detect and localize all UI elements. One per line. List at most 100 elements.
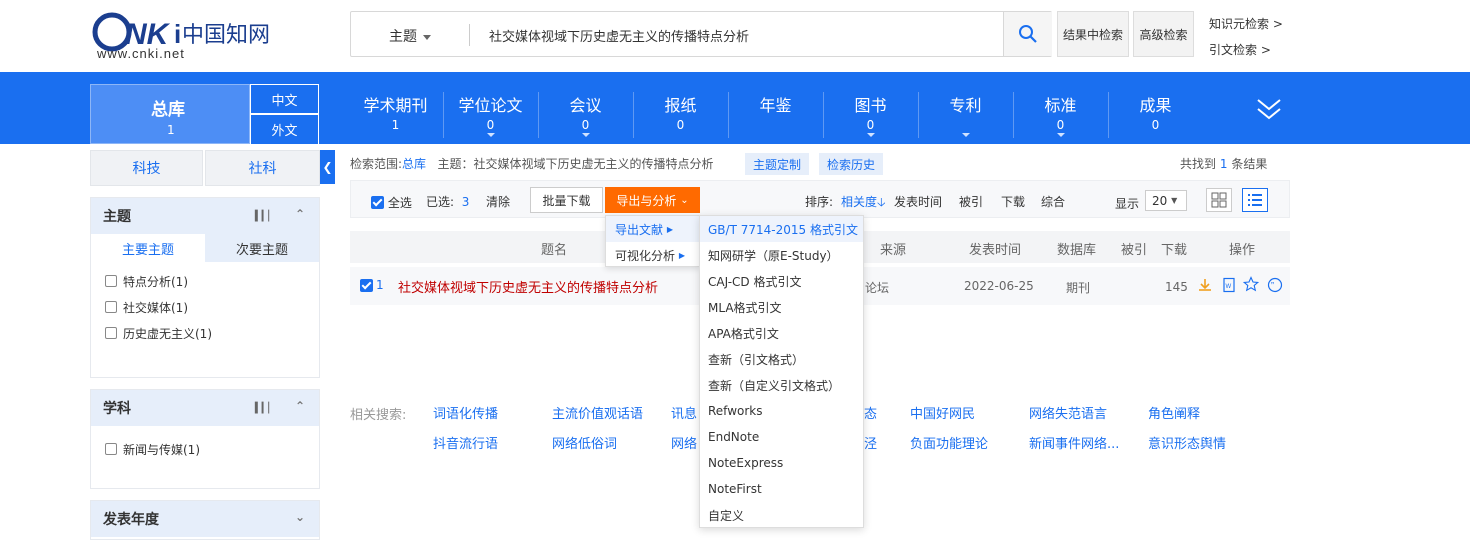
tab-main-topic[interactable]: 主要主题 bbox=[91, 234, 205, 262]
checkbox[interactable] bbox=[105, 301, 117, 313]
related-link[interactable]: 网络失范语言 bbox=[1029, 403, 1107, 422]
facet-item[interactable]: 新闻与传媒(1) bbox=[91, 436, 319, 462]
col-database[interactable]: 数据库 bbox=[1057, 239, 1096, 258]
row-source[interactable]: 论坛 bbox=[865, 279, 889, 296]
year-facet-header[interactable]: 发表年度 ⌄ bbox=[91, 501, 319, 537]
related-link[interactable]: 角色阐释 bbox=[1148, 403, 1200, 422]
col-downloads[interactable]: 下载 bbox=[1161, 239, 1187, 258]
search-history-button[interactable]: 检索历史 bbox=[819, 153, 883, 175]
tab-patents[interactable]: 专利 bbox=[918, 84, 1013, 144]
tab-zongku[interactable]: 总库 1 bbox=[90, 84, 250, 144]
menu-item-mla[interactable]: MLA格式引文 bbox=[700, 294, 863, 320]
menu-item-apa[interactable]: APA格式引文 bbox=[700, 320, 863, 346]
menu-item-visual-analysis[interactable]: 可视化分析 ▶ bbox=[606, 242, 699, 268]
bar-chart-icon[interactable]: ▍▎▏ bbox=[255, 211, 276, 222]
facet-item[interactable]: 社交媒体(1) bbox=[91, 294, 319, 320]
menu-item-novelty-custom[interactable]: 查新（自定义引文格式） bbox=[700, 372, 863, 398]
menu-item-novelty-citation[interactable]: 查新（引文格式） bbox=[700, 346, 863, 372]
menu-item-notefirst[interactable]: NoteFirst bbox=[700, 476, 863, 502]
col-title[interactable]: 题名 bbox=[541, 239, 567, 258]
tab-conference[interactable]: 会议 0 bbox=[538, 84, 633, 144]
menu-item-noteexpress[interactable]: NoteExpress bbox=[700, 450, 863, 476]
related-link[interactable]: 意识形态舆情 bbox=[1148, 433, 1226, 452]
search-type-select[interactable]: 主题 bbox=[389, 26, 431, 46]
tab-secondary-topic[interactable]: 次要主题 bbox=[205, 234, 319, 262]
menu-item-export-docs[interactable]: 导出文献 ▶ bbox=[606, 216, 699, 242]
tab-standards[interactable]: 标准 0 bbox=[1013, 84, 1108, 144]
tab-social-sci[interactable]: 社科 bbox=[205, 150, 320, 186]
topic-custom-button[interactable]: 主题定制 bbox=[745, 153, 809, 175]
export-analysis-button[interactable]: 导出与分析 ⌄ bbox=[605, 187, 700, 213]
col-date[interactable]: 发表时间 bbox=[969, 239, 1021, 258]
related-link[interactable]: 泾 bbox=[864, 433, 877, 452]
row-checkbox[interactable] bbox=[360, 279, 373, 296]
sort-relevance[interactable]: 相关度🡣 bbox=[841, 193, 886, 214]
related-link[interactable]: 负面功能理论 bbox=[910, 433, 988, 452]
sort-composite[interactable]: 综合 bbox=[1041, 193, 1065, 210]
sort-date[interactable]: 发表时间 bbox=[894, 193, 942, 210]
tab-theses[interactable]: 学位论文 0 bbox=[443, 84, 538, 144]
col-source[interactable]: 来源 bbox=[880, 239, 906, 258]
page-size-select[interactable]: 20 ▼ bbox=[1145, 190, 1187, 211]
checkbox[interactable] bbox=[105, 443, 117, 455]
tab-achievements[interactable]: 成果 0 bbox=[1108, 84, 1203, 144]
search-input[interactable] bbox=[489, 24, 999, 46]
list-view-button[interactable] bbox=[1242, 188, 1268, 212]
chevron-up-icon[interactable]: ⌃ bbox=[295, 207, 305, 221]
related-link[interactable]: 词语化传播 bbox=[433, 403, 498, 422]
menu-item-endnote[interactable]: EndNote bbox=[700, 424, 863, 450]
knowledge-search-link[interactable]: 知识元检索 > bbox=[1209, 15, 1283, 32]
tab-chinese[interactable]: 中文 bbox=[250, 84, 319, 114]
result-search-button[interactable]: 结果中检索 bbox=[1057, 11, 1129, 57]
related-link[interactable]: 网络 bbox=[671, 433, 697, 452]
related-link[interactable]: 态 bbox=[864, 403, 877, 422]
topic-facet-header[interactable]: 主题 ▍▎▏ ⌃ bbox=[91, 198, 319, 234]
related-link[interactable]: 网络低俗词 bbox=[552, 433, 617, 452]
tab-sci-tech[interactable]: 科技 bbox=[90, 150, 203, 186]
row-title-link[interactable]: 社交媒体视域下历史虚无主义的传播特点分析 bbox=[398, 277, 658, 296]
tab-foreign[interactable]: 外文 bbox=[250, 114, 319, 144]
expand-nav-button[interactable] bbox=[1256, 96, 1282, 126]
cite-action[interactable]: ” bbox=[1267, 277, 1283, 297]
facet-item[interactable]: 特点分析(1) bbox=[91, 268, 319, 294]
menu-item-gbt7714[interactable]: GB/T 7714-2015 格式引文 bbox=[700, 216, 863, 242]
batch-download-button[interactable]: 批量下载 bbox=[530, 187, 603, 213]
related-link[interactable]: 主流价值观话语 bbox=[552, 403, 643, 422]
tab-label: 学术期刊 bbox=[363, 96, 428, 115]
menu-item-refworks[interactable]: Refworks bbox=[700, 398, 863, 424]
search-button[interactable] bbox=[1003, 12, 1052, 56]
select-all[interactable]: 全选 bbox=[371, 194, 412, 211]
tab-yearbook[interactable]: 年鉴 bbox=[728, 84, 823, 144]
menu-item-cajcd[interactable]: CAJ-CD 格式引文 bbox=[700, 268, 863, 294]
download-action[interactable] bbox=[1197, 277, 1213, 297]
favorite-action[interactable] bbox=[1242, 276, 1260, 296]
chevron-up-icon[interactable]: ⌃ bbox=[295, 399, 305, 413]
chevron-down-icon[interactable]: ⌄ bbox=[295, 510, 305, 524]
bar-chart-icon[interactable]: ▍▎▏ bbox=[255, 403, 276, 414]
tab-newspaper[interactable]: 报纸 0 bbox=[633, 84, 728, 144]
related-link[interactable]: 中国好网民 bbox=[910, 403, 975, 422]
discipline-facet-header[interactable]: 学科 ▍▎▏ ⌃ bbox=[91, 390, 319, 426]
grid-view-button[interactable] bbox=[1206, 188, 1232, 212]
sort-download[interactable]: 下载 bbox=[1001, 193, 1025, 210]
related-link[interactable]: 抖音流行语 bbox=[433, 433, 498, 452]
sort-cited[interactable]: 被引 bbox=[959, 193, 983, 210]
cnki-logo[interactable]: NK i 中国知网 www.cnki.net bbox=[92, 10, 282, 61]
citation-search-link[interactable]: 引文检索 > bbox=[1209, 41, 1283, 58]
html-read-action[interactable]: W bbox=[1221, 277, 1237, 297]
checkbox-checked[interactable] bbox=[360, 279, 373, 292]
checkbox-checked[interactable] bbox=[371, 196, 384, 209]
col-cited[interactable]: 被引 bbox=[1121, 239, 1147, 258]
related-link[interactable]: 新闻事件网络... bbox=[1029, 433, 1119, 452]
menu-item-estudy[interactable]: 知网研学（原E-Study） bbox=[700, 242, 863, 268]
tab-journals[interactable]: 学术期刊 1 bbox=[348, 84, 443, 144]
related-link[interactable]: 讯息 bbox=[671, 403, 697, 422]
clear-selection-link[interactable]: 清除 bbox=[486, 193, 510, 210]
advanced-search-button[interactable]: 高级检索 bbox=[1133, 11, 1194, 57]
collapse-sidebar-button[interactable]: ❮ bbox=[320, 150, 335, 184]
menu-item-custom[interactable]: 自定义 bbox=[700, 502, 863, 528]
checkbox[interactable] bbox=[105, 275, 117, 287]
facet-item[interactable]: 历史虚无主义(1) bbox=[91, 320, 319, 346]
tab-books[interactable]: 图书 0 bbox=[823, 84, 918, 144]
checkbox[interactable] bbox=[105, 327, 117, 339]
